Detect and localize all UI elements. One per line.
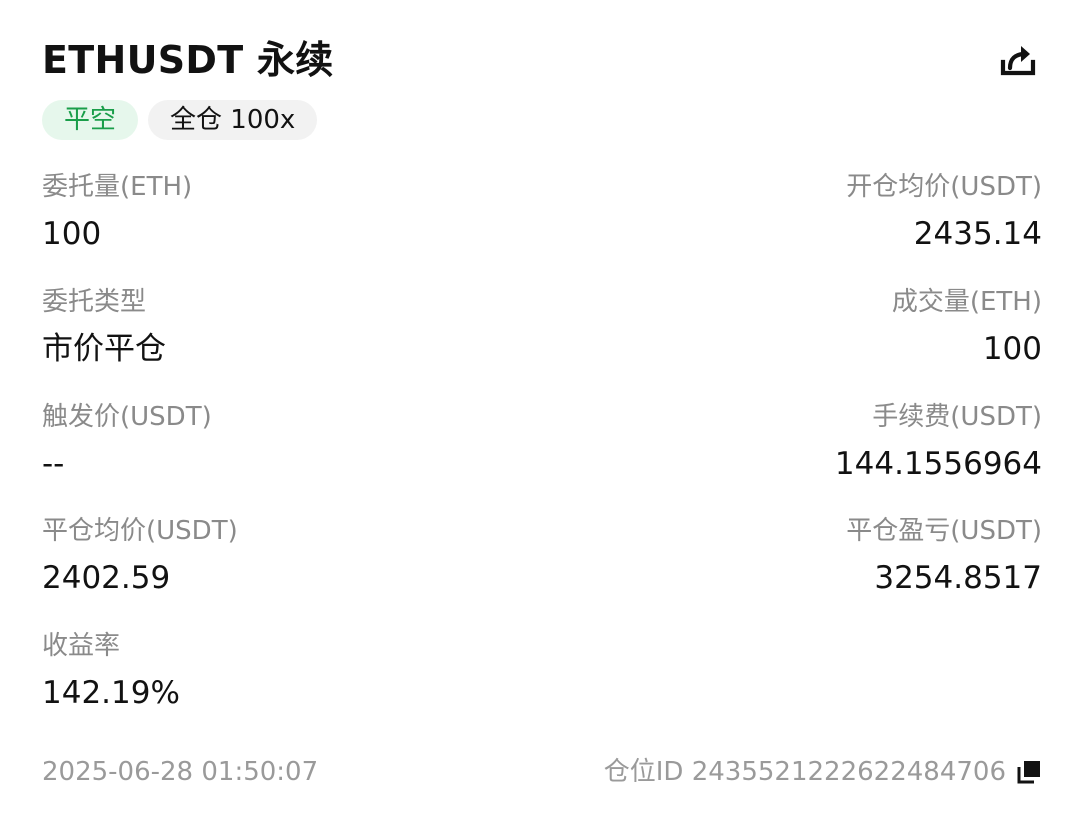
fee-value: 144.1556964 xyxy=(834,446,1042,482)
copy-icon xyxy=(1017,761,1040,784)
open-avg-price-field: 开仓均价(USDT) 2435.14 xyxy=(846,170,1042,256)
copy-position-id-button[interactable] xyxy=(1016,759,1042,785)
order-type-value: 市价平仓 xyxy=(42,331,166,367)
close-avg-price-value: 2402.59 xyxy=(42,560,171,596)
badges: 平空 全仓 100x xyxy=(42,100,318,140)
order-qty-label: 委托量(ETH) xyxy=(42,172,193,202)
share-icon xyxy=(1000,46,1036,76)
contract-title: ETHUSDT 永续 xyxy=(42,38,334,82)
roi-field: 收益率 142.19% xyxy=(42,629,180,715)
order-type-field: 委托类型 市价平仓 xyxy=(42,285,166,371)
filled-qty-field: 成交量(ETH) 100 xyxy=(892,285,1042,371)
open-avg-price-value: 2435.14 xyxy=(913,216,1042,252)
fee-field: 手续费(USDT) 144.1556964 xyxy=(835,400,1042,486)
close-avg-price-label: 平仓均价(USDT) xyxy=(42,516,238,546)
share-button[interactable] xyxy=(998,40,1038,80)
header: ETHUSDT 永续 xyxy=(42,34,1042,90)
roi-value: 142.19% xyxy=(42,675,180,711)
trigger-price-value: -- xyxy=(42,446,65,482)
close-pnl-label: 平仓盈亏(USDT) xyxy=(846,516,1042,546)
close-avg-price-field: 平仓均价(USDT) 2402.59 xyxy=(42,514,238,600)
roi-label: 收益率 xyxy=(42,631,121,661)
fee-label: 手续费(USDT) xyxy=(872,402,1042,432)
open-avg-price-label: 开仓均价(USDT) xyxy=(846,172,1042,202)
margin-mode-badge: 全仓 100x xyxy=(148,100,318,140)
order-qty-value: 100 xyxy=(42,216,102,252)
filled-qty-label: 成交量(ETH) xyxy=(891,287,1042,317)
order-timestamp: 2025-06-28 01:50:07 xyxy=(42,757,319,787)
position-id: 仓位ID 2435521222622484706 xyxy=(603,757,1006,787)
order-detail-card: ETHUSDT 永续 平空 全仓 100x 委托量(ETH) 100 开仓均价(… xyxy=(0,0,1084,828)
filled-qty-value: 100 xyxy=(982,331,1042,367)
side-badge: 平空 xyxy=(42,100,139,140)
footer: 2025-06-28 01:50:07 仓位ID 243552122262248… xyxy=(42,752,1042,792)
trigger-price-label: 触发价(USDT) xyxy=(42,402,212,432)
close-pnl-value: 3254.8517 xyxy=(874,560,1042,596)
close-pnl-field: 平仓盈亏(USDT) 3254.8517 xyxy=(846,514,1042,600)
order-type-label: 委托类型 xyxy=(42,287,147,317)
position-id-row: 仓位ID 2435521222622484706 xyxy=(604,752,1042,792)
order-qty-field: 委托量(ETH) 100 xyxy=(42,170,192,256)
trigger-price-field: 触发价(USDT) -- xyxy=(42,400,212,486)
